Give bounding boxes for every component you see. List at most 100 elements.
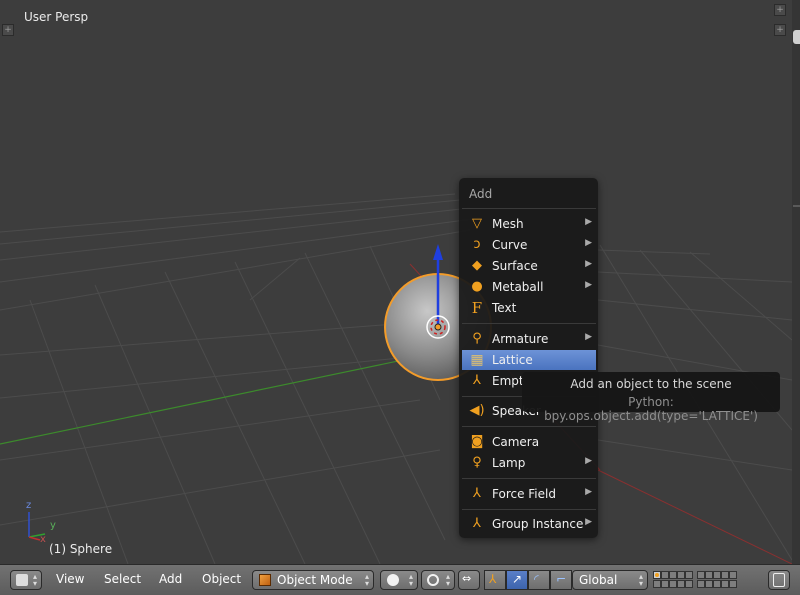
menu-item-lattice[interactable]: ▦ Lattice <box>462 350 596 370</box>
z-axis-label: z <box>26 500 32 511</box>
layer-button-15[interactable] <box>685 580 693 588</box>
right-panel-edge[interactable] <box>792 0 800 564</box>
transform-orientation-select[interactable]: Global ▴ ▾ <box>572 570 648 590</box>
force-field-icon: ⅄ <box>473 486 481 501</box>
viewport-header: ▴ ▾ View Select Add Object Object Mode ▴ ▾… <box>0 564 800 595</box>
chevron-updown-icon: ▴ ▾ <box>445 572 450 588</box>
cube-editor-icon <box>16 574 28 586</box>
layer-button-17[interactable] <box>705 580 713 588</box>
scale-manipulator-button[interactable]: ⌐ <box>550 570 572 590</box>
text-icon: F <box>471 299 483 317</box>
mode-label: Object Mode <box>277 573 353 587</box>
submenu-arrow-icon: ▶ <box>585 280 592 290</box>
layer-button-16[interactable] <box>697 580 705 588</box>
surface-icon: ◆ <box>472 258 482 273</box>
speaker-icon: ◀) <box>469 403 485 418</box>
pivot-point-select[interactable]: ▴ ▾ <box>421 570 455 590</box>
submenu-arrow-icon: ▶ <box>585 332 592 342</box>
area-split-handle-corner[interactable]: + <box>774 4 786 16</box>
manipulator-icon: ⇔ <box>462 572 472 585</box>
lock-icon <box>773 573 785 587</box>
curve-icon: ↄ <box>473 237 481 252</box>
submenu-arrow-icon: ▶ <box>585 238 592 248</box>
translate-manipulator-button[interactable]: ↗ <box>506 570 528 590</box>
tooltip: Add an object to the scene Python: bpy.o… <box>522 372 780 423</box>
tooltip-title: Add an object to the scene <box>570 377 732 391</box>
layer-button-5[interactable] <box>685 571 693 579</box>
camera-icon: ◙ <box>470 434 484 449</box>
menu-title: Add <box>469 187 493 201</box>
layer-button-9[interactable] <box>721 571 729 579</box>
orientation-label: Global <box>579 573 618 587</box>
layer-button-3[interactable] <box>669 571 677 579</box>
transform-manipulator-toggle[interactable]: ⅄ <box>484 570 506 590</box>
menu-item-camera[interactable]: ◙ Camera <box>462 432 596 452</box>
object-origin <box>434 323 442 331</box>
menu-separator <box>462 509 596 510</box>
layer-button-2[interactable] <box>661 571 669 579</box>
lock-camera-button[interactable] <box>768 570 790 590</box>
menu-item-mesh[interactable]: ▽ Mesh ▶ <box>462 214 596 234</box>
menu-item-force-field[interactable]: ⅄ Force Field ▶ <box>462 484 596 504</box>
menu-item-armature[interactable]: ⚲ Armature ▶ <box>462 329 596 349</box>
menu-item-group-instance[interactable]: ⅄ Group Instance ▶ <box>462 514 596 534</box>
metaball-icon: ● <box>471 279 483 294</box>
submenu-arrow-icon: ▶ <box>585 517 592 527</box>
layer-button-13[interactable] <box>669 580 677 588</box>
rotate-manipulator-button[interactable]: ◜ <box>528 570 550 590</box>
group-instance-icon: ⅄ <box>473 516 481 531</box>
add-menu: Add ▽ Mesh ▶ ↄ Curve ▶ ◆ Surface ▶ ● Met… <box>459 178 598 538</box>
object-mode-icon <box>259 574 271 586</box>
chevron-updown-icon: ▴ ▾ <box>364 572 369 588</box>
layer-button-18[interactable] <box>713 580 721 588</box>
menu-item-metaball[interactable]: ● Metaball ▶ <box>462 277 596 297</box>
submenu-arrow-icon: ▶ <box>585 487 592 497</box>
submenu-arrow-icon: ▶ <box>585 259 592 269</box>
mesh-icon: ▽ <box>472 216 482 231</box>
layer-button-20[interactable] <box>729 580 737 588</box>
menu-item-surface[interactable]: ◆ Surface ▶ <box>462 256 596 276</box>
scale-icon: ⌐ <box>556 572 567 586</box>
object-menu[interactable]: Object <box>202 572 241 586</box>
layer-button-8[interactable] <box>713 571 721 579</box>
mode-select[interactable]: Object Mode ▴ ▾ <box>252 570 374 590</box>
tooltip-python: Python: bpy.ops.object.add(type='LATTICE… <box>544 395 758 423</box>
layer-button-6[interactable] <box>697 571 705 579</box>
menu-item-curve[interactable]: ↄ Curve ▶ <box>462 235 596 255</box>
view-menu[interactable]: View <box>56 572 84 586</box>
layer-button-7[interactable] <box>705 571 713 579</box>
menu-separator <box>462 323 596 324</box>
3d-viewport[interactable]: User Persp z y x (1) Sphere + + + <box>0 0 793 564</box>
layer-button-4[interactable] <box>677 571 685 579</box>
add-menu-button[interactable]: Add <box>159 572 182 586</box>
layer-button-14[interactable] <box>677 580 685 588</box>
select-menu[interactable]: Select <box>104 572 141 586</box>
z-arrow-head <box>433 244 443 260</box>
active-object-label: (1) Sphere <box>49 542 113 556</box>
layer-button-1[interactable] <box>653 571 661 579</box>
layer-button-19[interactable] <box>721 580 729 588</box>
viewport-shading-select[interactable]: ▴ ▾ <box>380 570 418 590</box>
rotate-arc-icon: ◜ <box>534 572 539 586</box>
submenu-arrow-icon: ▶ <box>585 217 592 227</box>
manipulator-axes-icon: ⅄ <box>489 572 497 586</box>
layer-button-12[interactable] <box>661 580 669 588</box>
pivot-icon <box>427 574 439 586</box>
submenu-arrow-icon: ▶ <box>585 456 592 466</box>
area-split-handle-top-right[interactable]: + <box>774 24 786 36</box>
menu-separator <box>462 426 596 427</box>
armature-icon: ⚲ <box>472 331 482 346</box>
area-split-handle-top-left[interactable]: + <box>2 24 14 36</box>
editor-type-button[interactable]: ▴ ▾ <box>10 570 42 590</box>
menu-item-lamp[interactable]: ♀ Lamp ▶ <box>462 453 596 473</box>
panel-divider <box>793 205 800 207</box>
chevron-updown-icon: ▴ ▾ <box>638 572 643 588</box>
menu-separator <box>462 478 596 479</box>
layer-button-10[interactable] <box>729 571 737 579</box>
menu-item-text[interactable]: F Text <box>462 298 596 318</box>
panel-collapse-icon[interactable] <box>793 30 800 44</box>
empty-icon: ⅄ <box>473 373 481 388</box>
x-axis-label: x <box>40 534 46 545</box>
manipulator-toggle[interactable]: ⇔ <box>458 570 480 590</box>
layer-button-11[interactable] <box>653 580 661 588</box>
